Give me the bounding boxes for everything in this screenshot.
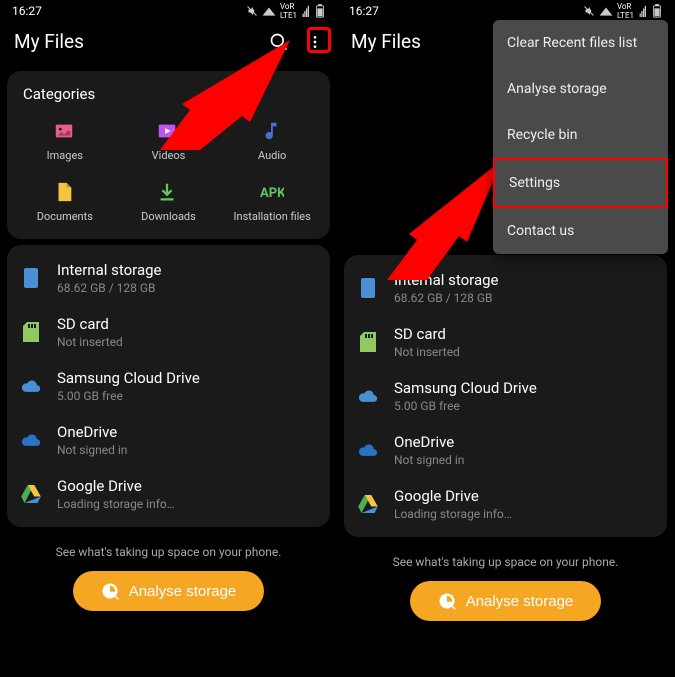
storage-subtitle: 68.62 GB / 128 GB [57, 281, 162, 295]
storage-title: Google Drive [57, 477, 175, 495]
overflow-menu: Clear Recent files listAnalyse storageRe… [493, 20, 668, 254]
samsung-cloud-icon [358, 386, 378, 406]
category-label: Images [47, 149, 83, 162]
status-indicators: VoRLTE1 [246, 2, 325, 20]
category-label: Audio [258, 149, 286, 162]
sd-icon [21, 322, 41, 342]
onedrive-icon [21, 430, 41, 450]
storage-samsung-cloud[interactable]: Samsung Cloud Drive 5.00 GB free [344, 369, 667, 423]
storage-subtitle: 68.62 GB / 128 GB [394, 291, 499, 305]
storage-samsung-cloud[interactable]: Samsung Cloud Drive 5.00 GB free [7, 359, 330, 413]
analyse-button[interactable]: Analyse storage [73, 571, 265, 611]
storage-title: OneDrive [57, 423, 127, 441]
storage-title: SD card [394, 325, 460, 343]
storage-google-drive[interactable]: Google Drive Loading storage info… [344, 477, 667, 531]
category-images[interactable]: Images [13, 115, 117, 166]
hint-text: See what's taking up space on your phone… [0, 545, 337, 559]
category-label: Downloads [141, 210, 196, 223]
category-videos[interactable]: Videos [117, 115, 221, 166]
category-downloads[interactable]: Downloads [117, 176, 221, 227]
phone-right: 16:27 VoRLTE1 My Files Internal storage 6… [337, 0, 674, 677]
storage-sd[interactable]: SD card Not inserted [344, 315, 667, 369]
videos-icon [156, 119, 180, 143]
category-label: Videos [152, 149, 186, 162]
status-time: 16:27 [12, 4, 42, 18]
status-bar: 16:27 VoRLTE1 [0, 0, 337, 22]
storage-subtitle: Not inserted [57, 335, 123, 349]
status-time: 16:27 [349, 4, 379, 18]
onedrive-icon [358, 440, 378, 460]
storage-title: OneDrive [394, 433, 464, 451]
storage-title: Internal storage [394, 271, 499, 289]
categories-heading: Categories [13, 83, 324, 115]
menu-item-recycle-bin[interactable]: Recycle bin [493, 112, 668, 158]
images-icon [53, 119, 77, 143]
storage-internal[interactable]: Internal storage 68.62 GB / 128 GB [344, 261, 667, 315]
storage-onedrive[interactable]: OneDrive Not signed in [344, 423, 667, 477]
status-bar: 16:27 VoRLTE1 [337, 0, 674, 22]
storage-google-drive[interactable]: Google Drive Loading storage info… [7, 467, 330, 521]
storage-title: Google Drive [394, 487, 512, 505]
category-label: Installation files [234, 210, 311, 223]
category-apk[interactable]: APK Installation files [220, 176, 324, 227]
app-title: My Files [351, 30, 421, 53]
internal-icon [21, 268, 41, 288]
storage-card: Internal storage 68.62 GB / 128 GB SD card… [7, 245, 330, 527]
storage-title: Samsung Cloud Drive [57, 369, 200, 387]
app-bar: My Files [0, 22, 337, 65]
analyse-label: Analyse storage [466, 593, 574, 610]
storage-subtitle: Loading storage info… [57, 497, 175, 511]
phone-left: 16:27 VoRLTE1 My Files Categories Images… [0, 0, 337, 677]
storage-title: Samsung Cloud Drive [394, 379, 537, 397]
storage-card-right: Internal storage 68.62 GB / 128 GB SD card… [344, 255, 667, 537]
more-menu-icon[interactable] [307, 33, 323, 51]
svg-text:APK: APK [260, 186, 284, 201]
google-drive-icon [21, 484, 41, 504]
categories-card: Categories Images Videos Audio Documents Dow… [7, 71, 330, 239]
menu-item-analyse-storage[interactable]: Analyse storage [493, 66, 668, 112]
sd-icon [358, 332, 378, 352]
search-icon[interactable] [269, 32, 289, 52]
storage-sd[interactable]: SD card Not inserted [7, 305, 330, 359]
storage-subtitle: Loading storage info… [394, 507, 512, 521]
status-indicators: VoRLTE1 [583, 2, 662, 20]
storage-subtitle: Not signed in [57, 443, 127, 457]
storage-title: Internal storage [57, 261, 162, 279]
downloads-icon [156, 180, 180, 204]
storage-subtitle: Not inserted [394, 345, 460, 359]
menu-item-contact-us[interactable]: Contact us [493, 208, 668, 254]
storage-onedrive[interactable]: OneDrive Not signed in [7, 413, 330, 467]
category-label: Documents [37, 210, 93, 223]
internal-icon [358, 278, 378, 298]
menu-item-clear-recent-files-list[interactable]: Clear Recent files list [493, 20, 668, 66]
hint-text: See what's taking up space on your phone… [337, 555, 674, 569]
storage-title: SD card [57, 315, 123, 333]
storage-internal[interactable]: Internal storage 68.62 GB / 128 GB [7, 251, 330, 305]
analyse-label: Analyse storage [129, 583, 237, 600]
storage-subtitle: Not signed in [394, 453, 464, 467]
menu-item-settings[interactable]: Settings [493, 158, 668, 208]
apk-icon: APK [260, 180, 284, 204]
samsung-cloud-icon [21, 376, 41, 396]
categories-grid: Images Videos Audio Documents Downloads APK In… [13, 115, 324, 227]
audio-icon [260, 119, 284, 143]
google-drive-icon [358, 494, 378, 514]
category-documents[interactable]: Documents [13, 176, 117, 227]
analyse-button[interactable]: Analyse storage [410, 581, 602, 621]
storage-subtitle: 5.00 GB free [394, 399, 537, 413]
category-audio[interactable]: Audio [220, 115, 324, 166]
storage-subtitle: 5.00 GB free [57, 389, 200, 403]
app-title: My Files [14, 30, 84, 53]
documents-icon [53, 180, 77, 204]
